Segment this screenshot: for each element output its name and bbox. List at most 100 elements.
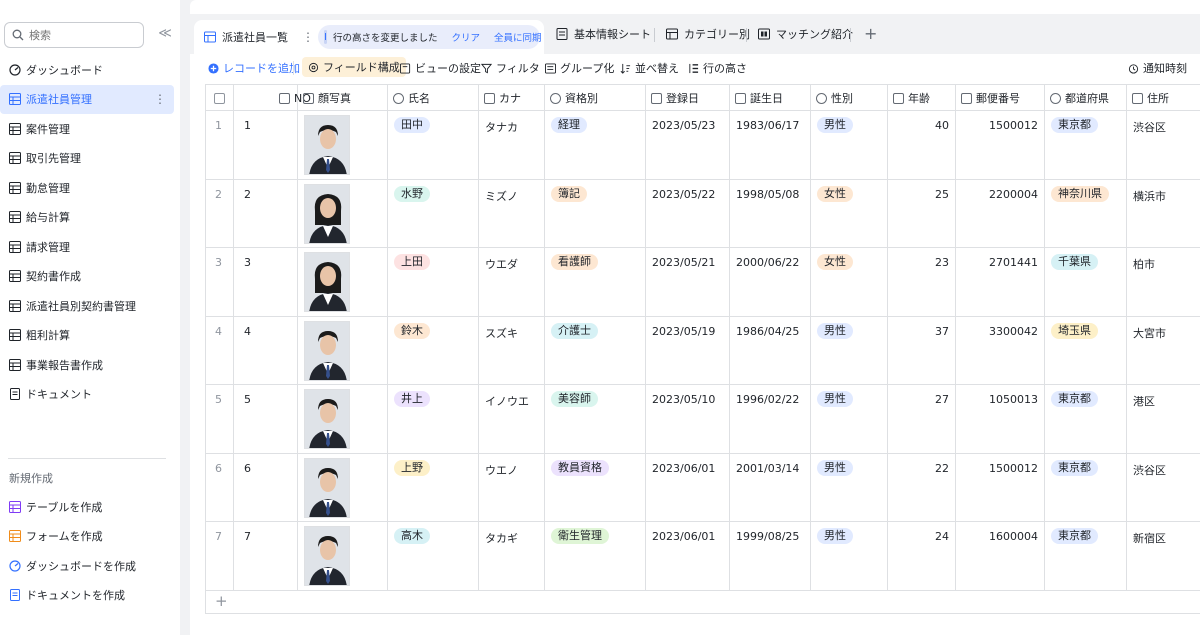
cell-reg[interactable]: 2023/06/01 bbox=[646, 522, 730, 591]
sidebar-item[interactable]: 案件管理 bbox=[0, 114, 174, 144]
cell-qual[interactable]: 簿記 bbox=[545, 179, 646, 248]
cell-sex[interactable]: 男性 bbox=[811, 453, 888, 522]
sidebar-item[interactable]: 取引先管理 bbox=[0, 144, 174, 174]
employee-photo[interactable] bbox=[304, 183, 350, 244]
row-height-button[interactable]: 行の高さ bbox=[688, 60, 747, 76]
column-header[interactable]: 顔写真 bbox=[298, 85, 388, 111]
add-record-button[interactable]: レコードを追加 bbox=[208, 60, 300, 76]
cell-sex[interactable]: 女性 bbox=[811, 179, 888, 248]
cell-age[interactable]: 22 bbox=[888, 453, 956, 522]
column-header[interactable]: 住所 bbox=[1127, 85, 1200, 111]
tab-basic-info[interactable]: 基本情報シート bbox=[556, 19, 651, 49]
cell-sex[interactable]: 女性 bbox=[811, 248, 888, 317]
cell-qual[interactable]: 経理 bbox=[545, 111, 646, 180]
search-input[interactable] bbox=[29, 27, 139, 44]
create-item[interactable]: テーブルを作成 bbox=[0, 492, 174, 522]
employee-photo[interactable] bbox=[304, 252, 350, 312]
tab-category[interactable]: カテゴリー別 bbox=[666, 19, 750, 49]
column-header[interactable]: 年齢 bbox=[888, 85, 956, 111]
employee-photo[interactable] bbox=[304, 389, 350, 449]
filter-button[interactable]: フィルタ bbox=[481, 60, 540, 76]
tab-more-icon[interactable]: ⋮ bbox=[302, 30, 314, 44]
sidebar-item[interactable]: 粗利計算 bbox=[0, 321, 174, 351]
sidebar-item[interactable]: 給与計算 bbox=[0, 203, 174, 233]
sidebar-item[interactable]: 派遣社員別契約書管理 bbox=[0, 291, 174, 321]
cell-reg[interactable]: 2023/06/01 bbox=[646, 453, 730, 522]
sidebar-item[interactable]: 事業報告書作成 bbox=[0, 350, 174, 380]
cell-zip[interactable]: 1600004 bbox=[956, 522, 1045, 591]
cell-reg[interactable]: 2023/05/21 bbox=[646, 248, 730, 317]
cell-photo[interactable] bbox=[298, 248, 388, 317]
create-item[interactable]: ダッシュボードを作成 bbox=[0, 551, 174, 581]
sidebar-item[interactable]: ドキュメント bbox=[0, 380, 174, 410]
create-item[interactable]: ドキュメントを作成 bbox=[0, 581, 174, 611]
create-item[interactable]: フォームを作成 bbox=[0, 522, 174, 552]
cell-no[interactable]: 4 bbox=[234, 316, 298, 385]
cell-pref[interactable]: 東京都 bbox=[1045, 385, 1127, 454]
cell-photo[interactable] bbox=[298, 385, 388, 454]
cell-addr[interactable]: 柏市 bbox=[1127, 248, 1200, 317]
tab-matching[interactable]: マッチング紹介 bbox=[758, 19, 853, 49]
cell-age[interactable]: 24 bbox=[888, 522, 956, 591]
cell-qual[interactable]: 介護士 bbox=[545, 316, 646, 385]
cell-no[interactable]: 2 bbox=[234, 179, 298, 248]
table-row[interactable]: 7 7 高木 タカギ 衛生管理 2023/06/01 1999/08/25 男性 24 16000… bbox=[206, 522, 1200, 591]
cell-birth[interactable]: 2001/03/14 bbox=[730, 453, 811, 522]
cell-reg[interactable]: 2023/05/19 bbox=[646, 316, 730, 385]
cell-reg[interactable]: 2023/05/23 bbox=[646, 111, 730, 180]
cell-name[interactable]: 水野 bbox=[388, 179, 479, 248]
cell-addr[interactable]: 横浜市 bbox=[1127, 180, 1200, 249]
tab-employee-list[interactable]: 派遣社員一覧 ⋮ I 行の高さを変更しました クリア 全員に同期 bbox=[194, 20, 544, 54]
field-config-button[interactable]: フィールド構成 bbox=[302, 57, 406, 77]
cell-no[interactable]: 7 bbox=[234, 522, 298, 591]
add-row-button[interactable]: + bbox=[206, 590, 1200, 613]
table-row[interactable]: 1 1 田中 タナカ 経理 2023/05/23 1983/06/17 男性 40 1500012… bbox=[206, 111, 1200, 180]
cell-name[interactable]: 井上 bbox=[388, 385, 479, 454]
cell-qual[interactable]: 看護師 bbox=[545, 248, 646, 317]
cell-name[interactable]: 鈴木 bbox=[388, 316, 479, 385]
table-row[interactable]: 5 5 井上 イノウエ 美容師 2023/05/10 1996/02/22 男性 27 10500… bbox=[206, 385, 1200, 454]
sort-button[interactable]: 並べ替え bbox=[620, 60, 679, 76]
cell-addr[interactable]: 大宮市 bbox=[1127, 317, 1200, 386]
cell-reg[interactable]: 2023/05/10 bbox=[646, 385, 730, 454]
cell-birth[interactable]: 2000/06/22 bbox=[730, 248, 811, 317]
checkbox-icon[interactable] bbox=[214, 92, 225, 104]
cell-kana[interactable]: スズキ bbox=[479, 316, 545, 385]
cell-qual[interactable]: 教員資格 bbox=[545, 453, 646, 522]
cell-qual[interactable]: 美容師 bbox=[545, 385, 646, 454]
employee-photo[interactable] bbox=[304, 320, 350, 381]
select-all-checkbox[interactable] bbox=[206, 85, 234, 111]
cell-no[interactable]: 1 bbox=[234, 111, 298, 180]
view-settings-button[interactable]: ビューの設定 bbox=[400, 60, 481, 76]
cell-check[interactable]: 6 bbox=[206, 453, 234, 522]
cell-no[interactable]: 6 bbox=[234, 453, 298, 522]
cell-name[interactable]: 田中 bbox=[388, 111, 479, 180]
more-icon[interactable]: ⋮ bbox=[154, 92, 166, 106]
column-header[interactable]: 誕生日 bbox=[730, 85, 811, 111]
cell-name[interactable]: 高木 bbox=[388, 522, 479, 591]
cell-photo[interactable] bbox=[298, 453, 388, 522]
sidebar-item[interactable]: 勤怠管理 bbox=[0, 173, 174, 203]
cell-pref[interactable]: 神奈川県 bbox=[1045, 179, 1127, 248]
search-box[interactable] bbox=[4, 22, 144, 48]
cell-check[interactable]: 3 bbox=[206, 248, 234, 317]
column-header[interactable]: 都道府県 bbox=[1045, 85, 1127, 111]
cell-check[interactable]: 2 bbox=[206, 179, 234, 248]
column-header[interactable]: 登録日 bbox=[646, 85, 730, 111]
cell-sex[interactable]: 男性 bbox=[811, 385, 888, 454]
cell-pref[interactable]: 東京都 bbox=[1045, 111, 1127, 180]
cell-sex[interactable]: 男性 bbox=[811, 111, 888, 180]
cell-birth[interactable]: 1999/08/25 bbox=[730, 522, 811, 591]
cell-addr[interactable]: 渋谷区 bbox=[1127, 454, 1200, 523]
cell-kana[interactable]: ウエノ bbox=[479, 453, 545, 522]
cell-zip[interactable]: 2200004 bbox=[956, 179, 1045, 248]
cell-pref[interactable]: 埼玉県 bbox=[1045, 316, 1127, 385]
table-row[interactable]: 6 6 上野 ウエノ 教員資格 2023/06/01 2001/03/14 男性 22 15000… bbox=[206, 453, 1200, 523]
cell-birth[interactable]: 1983/06/17 bbox=[730, 111, 811, 180]
cell-check[interactable]: 4 bbox=[206, 316, 234, 385]
cell-age[interactable]: 37 bbox=[888, 316, 956, 385]
cell-check[interactable]: 1 bbox=[206, 111, 234, 180]
add-view-icon[interactable]: + bbox=[864, 24, 877, 43]
cell-sex[interactable]: 男性 bbox=[811, 316, 888, 385]
column-header[interactable]: カナ bbox=[479, 85, 545, 111]
